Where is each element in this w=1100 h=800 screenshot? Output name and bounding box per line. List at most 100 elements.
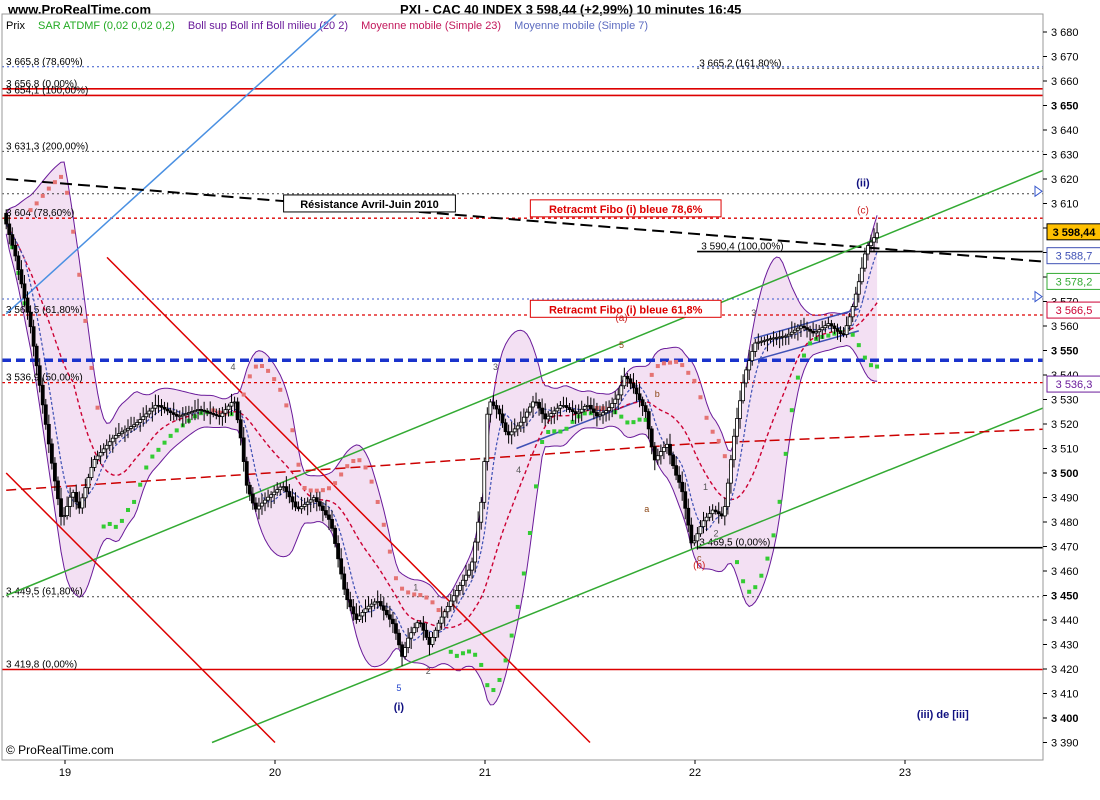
candle-body-133 [409,632,414,639]
level-label-10: 3 449,5 (61,80%) [6,587,83,598]
sar-dot-284 [868,363,873,368]
level-label-11: 3 419,8 (0,00%) [6,659,77,670]
candle-body-73 [226,405,231,411]
candle-body-195 [598,414,602,417]
sar-dot-94 [290,428,295,433]
candle-body-155 [476,521,481,543]
candle-body-201 [616,394,621,400]
candle-body-126 [387,614,392,620]
level-label-2: 3 654,1 (100,00%) [6,85,88,96]
candle-body-182 [558,405,563,409]
candle-body-84 [260,502,264,507]
candle-body-17 [56,480,60,500]
candle-body-1 [7,223,12,236]
annotation-13: 3 [493,362,498,372]
sar-dot-56 [174,428,179,433]
candle-body-221 [677,474,682,483]
candle-body-56 [174,414,179,417]
sar-dot-228 [698,395,703,400]
candle-body-171 [524,411,529,418]
candle-body-103 [317,501,322,507]
candle-body-146 [448,600,453,607]
candle-body-30 [95,455,100,460]
downtrend-red-2 [5,472,276,744]
candle-body-13 [43,404,48,425]
candle-body-244 [747,360,752,371]
y-tick-label-23: 3 450 [1051,591,1079,603]
price-tag-1: 3 588,7 [1056,251,1093,263]
candle-body-240 [735,418,739,437]
candle-body-235 [719,513,724,517]
price-tag-0: 3 598,44 [1053,227,1097,239]
annotation-0: Résistance Avril-Juin 2010 [300,199,439,211]
candle-body-41 [129,426,133,429]
candle-body-178 [546,415,551,420]
candle-body-286 [875,232,879,239]
sar-dot-98 [302,486,307,491]
y-tick-label-3: 3 650 [1051,101,1079,113]
sar-dot-170 [521,571,526,576]
candle-body-142 [436,622,441,631]
candle-body-130 [400,644,404,657]
candle-body-83 [257,505,261,510]
x-tick-label-1: 20 [269,767,281,779]
candle-body-82 [253,502,258,510]
sar-dot-214 [655,364,660,369]
candle-body-44 [138,419,143,423]
y-tick-label-29: 3 390 [1051,738,1079,750]
candle-body-124 [381,605,386,611]
candle-body-161 [494,405,499,410]
sar-dot-160 [491,688,496,693]
sar-dot-204 [625,420,630,425]
candle-body-229 [701,520,706,528]
sar-dot-244 [747,589,752,594]
candle-body-76 [235,401,240,421]
candle-body-109 [336,543,341,560]
price-chart[interactable]: 3 665,8 (78,60%)3 656,8 (0,00%)3 654,1 (… [0,0,1100,800]
candle-body-169 [518,421,523,427]
sar-dot-100 [308,488,313,493]
candle-body-284 [869,241,873,247]
candle-body-116 [357,615,362,620]
candle-body-60 [186,412,191,415]
sar-dot-168 [515,604,520,609]
sar-dot-172 [527,530,532,535]
candle-body-170 [521,416,526,423]
candle-body-115 [354,613,359,620]
sar-dot-92 [284,403,289,408]
candle-body-42 [132,424,136,427]
candle-body-94 [290,496,295,503]
sar-dot-220 [674,359,679,364]
candle-body-268 [820,327,825,331]
candle-body-3 [13,244,18,257]
candle-body-239 [732,435,736,461]
candle-body-188 [576,411,581,415]
sar-dot-226 [692,378,697,383]
candle-body-150 [461,579,465,586]
candle-body-90 [278,486,283,491]
sar-dot-88 [272,377,277,382]
candle-body-77 [238,419,243,439]
sar-dot-260 [795,375,800,380]
level-label-9: 3 469,5 (0,00%) [699,538,770,549]
sar-dot-22 [71,229,76,234]
sar-dot-40 [126,507,130,512]
sar-dot-182 [558,429,563,434]
candle-body-192 [588,404,593,410]
candle-body-223 [683,491,688,509]
sar-dot-128 [393,576,398,581]
copyright: © ProRealTime.com [6,743,114,757]
candle-body-228 [698,526,703,535]
candle-body-259 [792,329,797,333]
annotation-7: (i) [394,702,405,714]
candle-body-53 [165,408,170,412]
y-tick-label-5: 3 630 [1051,150,1079,162]
candle-body-254 [777,336,782,339]
candle-body-265 [811,330,816,334]
candle-body-264 [808,329,812,332]
y-tick-label-21: 3 470 [1051,542,1079,554]
candle-body-120 [369,603,374,607]
candle-body-137 [421,622,426,631]
candle-body-202 [619,385,624,396]
level-label-8: 3 536,9 (50,00%) [6,373,83,384]
